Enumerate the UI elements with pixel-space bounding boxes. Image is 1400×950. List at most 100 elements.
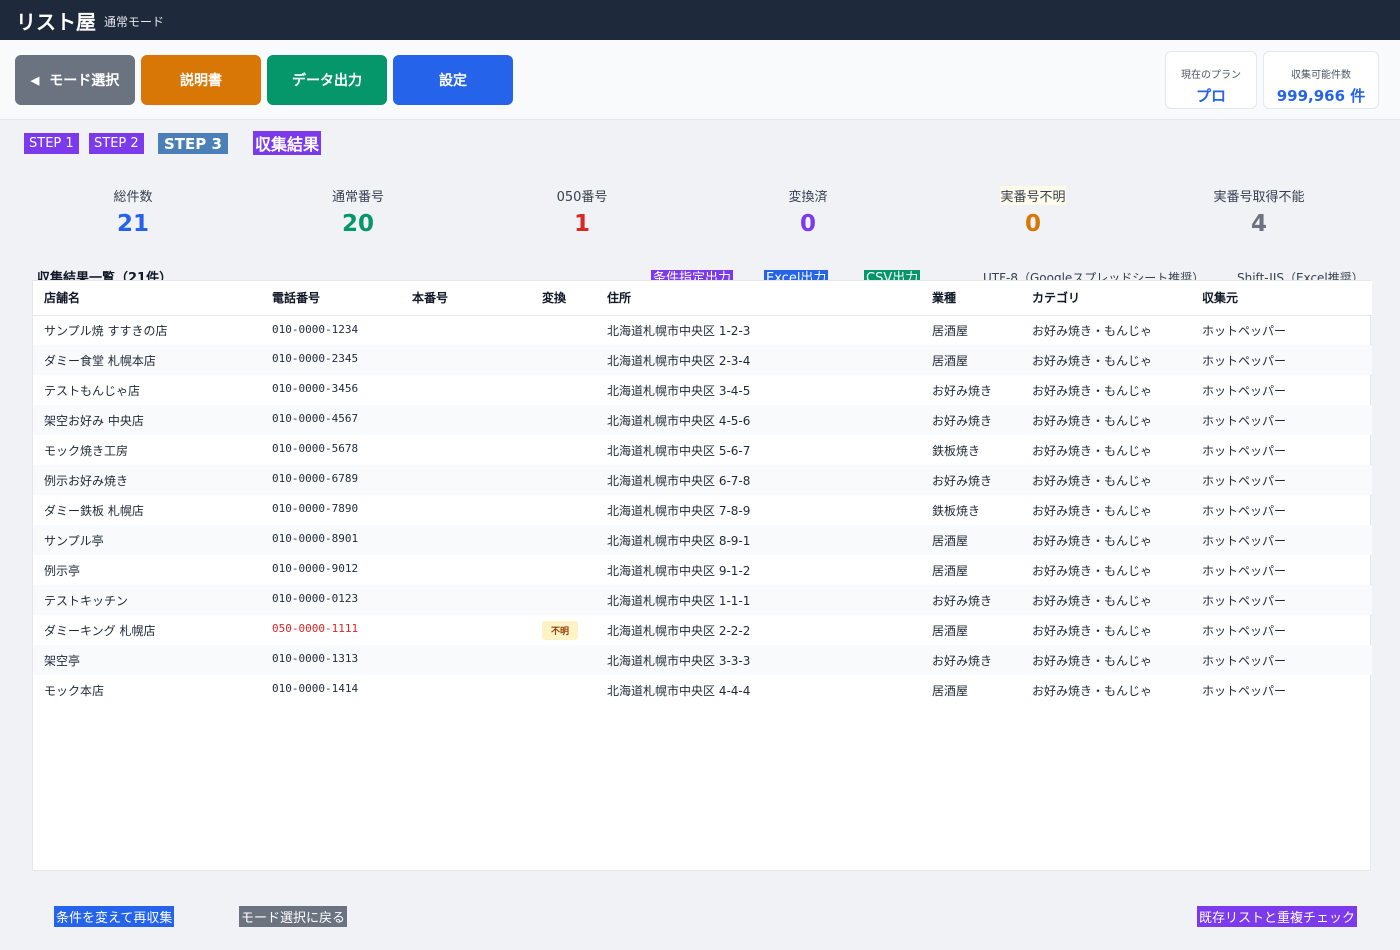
col-header-real-number[interactable]: 本番号: [401, 281, 531, 316]
cell-name: ダミー食堂 札幌本店: [33, 345, 261, 375]
step-2-indicator: STEP 2: [89, 133, 144, 154]
cell-source: ホットペッパー: [1202, 683, 1287, 698]
table-row[interactable]: 架空亭 010-0000-1313 北海道札幌市中央区 3-3-3 お好み焼き お好み焼…: [33, 645, 1372, 675]
cell-phone: 010-0000-0123: [261, 585, 401, 615]
cell-real-number: [401, 615, 531, 645]
cell-category: お好み焼き・もんじゃ: [1021, 525, 1191, 555]
col-header-industry[interactable]: 業種: [921, 281, 1021, 316]
cell-phone: 010-0000-1234: [272, 322, 359, 336]
cell-category: お好み焼き・もんじゃ: [1021, 465, 1191, 495]
cell-conversion: [531, 495, 596, 525]
cell-conversion: [531, 585, 596, 615]
cell-category: お好み焼き・もんじゃ: [1032, 443, 1153, 458]
cell-category: お好み焼き・もんじゃ: [1021, 405, 1191, 435]
table-row[interactable]: 例示亭 010-0000-9012 北海道札幌市中央区 9-1-2 居酒屋 お好み焼き・…: [33, 555, 1372, 585]
cell-name: テストもんじゃ店: [44, 383, 141, 398]
results-table-container[interactable]: 店舗名 電話番号 本番号 変換 住所 業種 カテゴリ 収集元 サンプル焼 すすき…: [32, 280, 1372, 871]
cell-source: ホットペッパー: [1191, 585, 1372, 615]
table-row[interactable]: ダミーキング 札幌店 050-0000-1111 不明 北海道札幌市中央区 2-2-2…: [33, 615, 1372, 645]
quota-value: 999,966 件: [1276, 87, 1366, 105]
cell-name: テストキッチン: [33, 585, 261, 615]
cell-real-number: [401, 435, 531, 465]
cell-name: モック焼き工房: [44, 443, 129, 458]
stat-failed-value: 4: [1250, 211, 1267, 237]
cell-source: ホットペッパー: [1202, 383, 1287, 398]
cell-source: ホットペッパー: [1191, 345, 1372, 375]
table-row[interactable]: ダミー食堂 札幌本店 010-0000-2345 北海道札幌市中央区 2-3-4 居酒…: [33, 345, 1372, 375]
cell-address: 北海道札幌市中央区 4-5-6: [596, 405, 921, 435]
back-to-mode-button[interactable]: モード選択に戻る: [239, 906, 348, 927]
cell-industry: 居酒屋: [932, 323, 969, 338]
cell-real-number: [401, 495, 531, 525]
cell-category: お好み焼き・もんじゃ: [1032, 503, 1153, 518]
table-row[interactable]: サンプル亭 010-0000-8901 北海道札幌市中央区 8-9-1 居酒屋 お好み焼…: [33, 525, 1372, 555]
stat-normal-value: 20: [341, 211, 374, 237]
cell-real-number: [401, 585, 531, 615]
app-title: リスト屋: [16, 9, 96, 34]
table-body: サンプル焼 すすきの店 010-0000-1234 北海道札幌市中央区 1-2-3 居…: [33, 315, 1372, 705]
cell-name: サンプル亭: [33, 525, 261, 555]
cell-industry: お好み焼き: [932, 383, 993, 398]
cell-real-number: [401, 345, 531, 375]
cell-conversion: [531, 375, 596, 405]
cell-name: ダミー鉄板 札幌店: [44, 503, 144, 518]
table-row[interactable]: モック焼き工房 010-0000-5678 北海道札幌市中央区 5-6-7 鉄板焼き お…: [33, 435, 1372, 465]
cell-industry: 居酒屋: [932, 683, 969, 698]
stat-total-value: 21: [116, 211, 149, 237]
cell-address: 北海道札幌市中央区 5-6-7: [607, 443, 751, 458]
col-header-conversion[interactable]: 変換: [531, 281, 596, 316]
stat-050-value: 1: [573, 211, 590, 237]
col-header-phone[interactable]: 電話番号: [261, 281, 401, 316]
col-header-category[interactable]: カテゴリ: [1021, 281, 1191, 316]
cell-address: 北海道札幌市中央区 6-7-8: [596, 465, 921, 495]
results-table: 店舗名 電話番号 本番号 変換 住所 業種 カテゴリ 収集元 サンプル焼 すすき…: [33, 281, 1372, 705]
table-row[interactable]: モック本店 010-0000-1414 北海道札幌市中央区 4-4-4 居酒屋 お好み焼…: [33, 675, 1372, 705]
cell-address: 北海道札幌市中央区 7-8-9: [607, 503, 751, 518]
cell-address: 北海道札幌市中央区 4-4-4: [607, 683, 751, 698]
cell-name: 架空お好み 中央店: [33, 405, 261, 435]
cell-address: 北海道札幌市中央区 2-3-4: [596, 345, 921, 375]
col-header-source[interactable]: 収集元: [1191, 281, 1372, 316]
table-row[interactable]: ダミー鉄板 札幌店 010-0000-7890 北海道札幌市中央区 7-8-9 鉄板焼…: [33, 495, 1372, 525]
cell-category: お好み焼き・もんじゃ: [1021, 645, 1191, 675]
cell-conversion: [531, 315, 596, 345]
table-row[interactable]: テストもんじゃ店 010-0000-3456 北海道札幌市中央区 3-4-5 お好み焼…: [33, 375, 1372, 405]
cell-industry: 居酒屋: [921, 525, 1021, 555]
cell-category: お好み焼き・もんじゃ: [1032, 383, 1153, 398]
cell-conversion: [531, 345, 596, 375]
cell-industry: 居酒屋: [921, 345, 1021, 375]
table-row[interactable]: テストキッチン 010-0000-0123 北海道札幌市中央区 1-1-1 お好み焼き…: [33, 585, 1372, 615]
cell-industry: 居酒屋: [932, 563, 969, 578]
stat-total: 総件数 21: [33, 186, 233, 237]
manual-button[interactable]: 説明書: [141, 55, 261, 105]
duplicate-check-button[interactable]: 既存リストと重複チェック: [1197, 906, 1358, 927]
cell-conversion: [531, 525, 596, 555]
quota-label: 収集可能件数: [1291, 70, 1351, 81]
recollect-button[interactable]: 条件を変えて再収集: [54, 906, 175, 927]
table-row[interactable]: サンプル焼 すすきの店 010-0000-1234 北海道札幌市中央区 1-2-3 居…: [33, 315, 1372, 345]
cell-phone: 010-0000-4567: [261, 405, 401, 435]
cell-name: ダミーキング 札幌店: [44, 623, 156, 638]
cell-category: お好み焼き・もんじゃ: [1032, 563, 1153, 578]
cell-industry: お好み焼き: [921, 645, 1021, 675]
stat-050: 050番号 1: [482, 186, 682, 237]
cell-address: 北海道札幌市中央区 8-9-1: [596, 525, 921, 555]
settings-button[interactable]: 設定: [393, 55, 513, 105]
stat-normal: 通常番号 20: [258, 186, 458, 237]
data-export-button[interactable]: データ出力: [267, 55, 387, 105]
table-row[interactable]: 架空お好み 中央店 010-0000-4567 北海道札幌市中央区 4-5-6 お好み…: [33, 405, 1372, 435]
table-header-row: 店舗名 電話番号 本番号 変換 住所 業種 カテゴリ 収集元: [33, 281, 1372, 316]
stat-failed: 実番号取得不能 4: [1159, 186, 1359, 237]
table-row[interactable]: 例示お好み焼き 010-0000-6789 北海道札幌市中央区 6-7-8 お好み焼き…: [33, 465, 1372, 495]
cell-phone: 010-0000-3456: [272, 382, 359, 395]
title-bar: リスト屋 通常モード: [0, 0, 1400, 40]
cell-real-number: [401, 375, 531, 405]
mode-select-button[interactable]: ◀ モード選択: [15, 55, 135, 105]
col-header-address[interactable]: 住所: [596, 281, 921, 316]
cell-conversion: [531, 405, 596, 435]
cell-name: サンプル焼 すすきの店: [44, 323, 168, 338]
cell-source: ホットペッパー: [1191, 465, 1372, 495]
col-header-name[interactable]: 店舗名: [33, 281, 261, 316]
stat-050-label: 050番号: [556, 190, 608, 205]
cell-conversion: [531, 435, 596, 465]
